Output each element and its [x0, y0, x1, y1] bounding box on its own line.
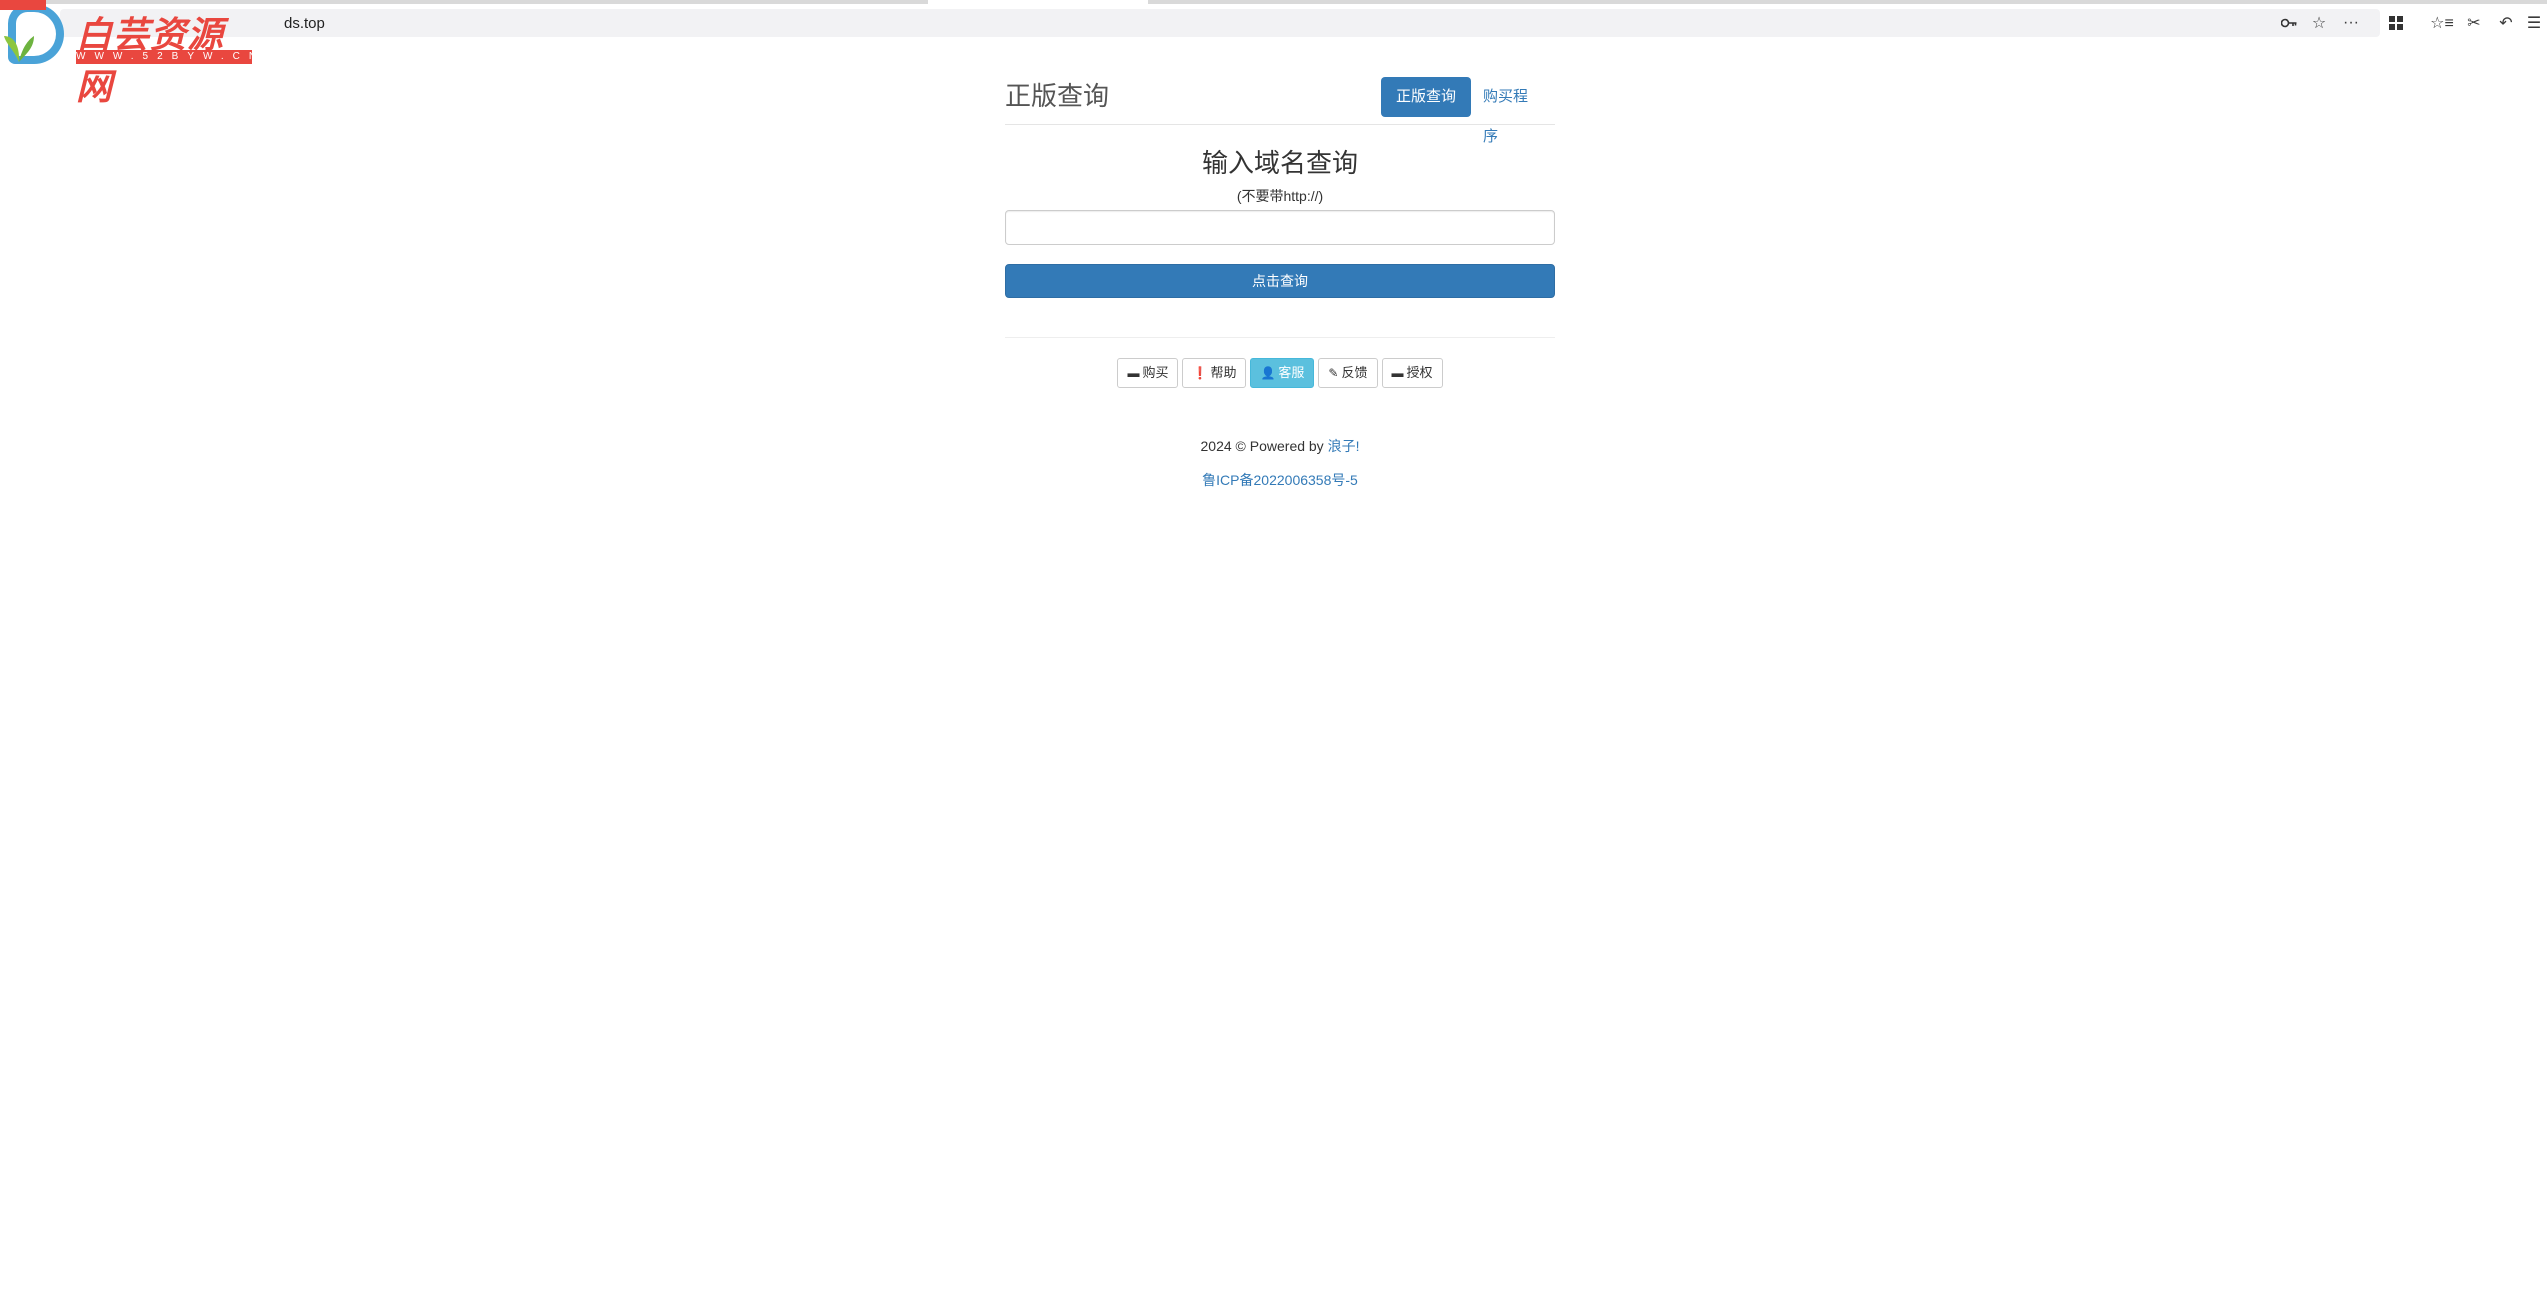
address-bar[interactable]: ds.top	[60, 9, 2380, 37]
watermark-badge	[0, 0, 46, 10]
key-icon[interactable]	[2277, 12, 2301, 34]
feedback-label: 反馈	[1341, 365, 1368, 380]
menu-icon[interactable]: ☰	[2522, 12, 2546, 34]
action-buttons: ▬ 购买 ❗ 帮助 👤 客服 ✎ 反馈 ▬ 授权	[1005, 358, 1555, 388]
buy-label: 购买	[1142, 365, 1169, 380]
page-header: 正版查询 正版查询 购买程序	[1005, 70, 1555, 145]
icp-line: 鲁ICP备2022006358号-5	[1005, 470, 1555, 490]
copyright-text: 2024 © Powered by	[1200, 438, 1328, 454]
buy-button[interactable]: ▬ 购买	[1117, 358, 1179, 388]
divider	[1005, 337, 1555, 338]
help-label: 帮助	[1210, 365, 1237, 380]
user-icon: 👤	[1260, 366, 1276, 380]
nav-buy[interactable]: 购买程序	[1468, 77, 1555, 145]
submit-query-button[interactable]: 点击查询	[1005, 264, 1555, 298]
author-link[interactable]: 浪子!	[1328, 438, 1360, 454]
card-icon: ▬	[1127, 366, 1140, 380]
undo-icon[interactable]: ↶	[2494, 12, 2518, 34]
grid-icon[interactable]	[2384, 12, 2408, 34]
card-icon: ▬	[1391, 366, 1404, 380]
query-heading: 输入域名查询	[1201, 148, 1358, 178]
domain-input[interactable]	[1005, 210, 1555, 245]
page-title: 正版查询	[1005, 81, 1110, 111]
feedback-button[interactable]: ✎ 反馈	[1318, 358, 1378, 388]
copyright-line: 2024 © Powered by 浪子!	[1005, 436, 1555, 456]
leaf-icon	[4, 36, 34, 62]
pencil-icon: ✎	[1328, 366, 1339, 380]
info-circle-icon: ❗	[1192, 366, 1208, 380]
scissors-icon[interactable]: ✂	[2462, 12, 2486, 34]
more-icon[interactable]: ···	[2339, 12, 2363, 34]
favorites-icon[interactable]: ☆≡	[2430, 12, 2454, 34]
star-icon[interactable]: ☆	[2307, 12, 2331, 34]
license-button[interactable]: ▬ 授权	[1381, 358, 1443, 388]
nav-query[interactable]: 正版查询	[1381, 77, 1472, 117]
support-label: 客服	[1278, 365, 1305, 380]
footer: 2024 © Powered by 浪子! 鲁ICP备2022006358号-5	[1005, 436, 1555, 490]
browser-toolbar: ds.top ☆ ··· ☆≡ ✂ ↶ ☰	[0, 6, 2547, 40]
icp-link[interactable]: 鲁ICP备2022006358号-5	[1202, 472, 1358, 488]
query-hint: (不要带http://)	[1236, 188, 1324, 204]
support-button[interactable]: 👤 客服	[1250, 358, 1315, 388]
watermark-site: WWW.52BYW.CN	[76, 50, 266, 64]
license-label: 授权	[1406, 365, 1433, 380]
watermark-logo: 白芸资源网 WWW.52BYW.CN	[0, 0, 266, 107]
main-panel: 正版查询 正版查询 购买程序 输入域名查询 (不要带http://) 点击查询 …	[1005, 70, 1555, 490]
help-button[interactable]: ❗ 帮助	[1182, 358, 1247, 388]
tab-inactive[interactable]	[1148, 0, 2547, 4]
url-text: ds.top	[284, 15, 325, 32]
